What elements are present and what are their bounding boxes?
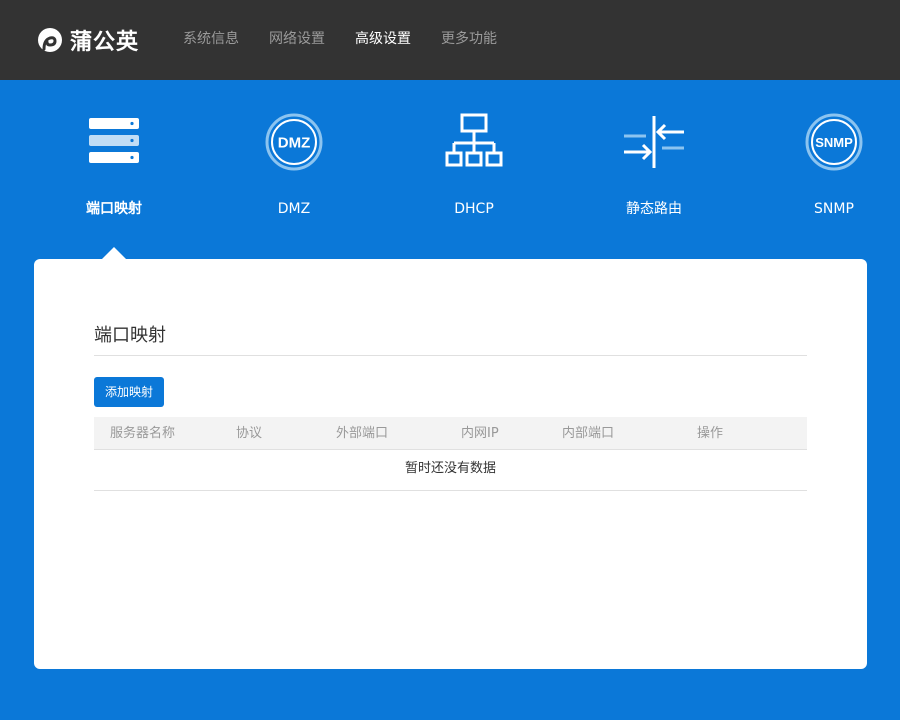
port-mapping-panel: 端口映射 添加映射 服务器名称 协议 外部端口 内网IP 内部端口 操作 暂时还… — [34, 259, 867, 669]
mapping-table: 服务器名称 协议 外部端口 内网IP 内部端口 操作 暂时还没有数据 — [94, 417, 807, 491]
tab-port-mapping-label: 端口映射 — [86, 201, 142, 217]
top-bar: 蒲公英 系统信息 网络设置 高级设置 更多功能 — [0, 0, 900, 80]
tab-snmp-label: SNMP — [814, 201, 854, 217]
dmz-icon: DMZ — [265, 113, 323, 171]
network-tree-icon — [445, 113, 503, 167]
panel-title: 端口映射 — [94, 325, 166, 346]
server-stack-icon — [89, 118, 139, 163]
column-header-actions: 操作 — [697, 426, 724, 441]
feature-tabs: 端口映射 DMZ DMZ DHCP 静态路由 SNMP SNMP — [0, 80, 900, 260]
main-nav: 系统信息 网络设置 高级设置 更多功能 — [183, 30, 527, 48]
empty-state-row: 暂时还没有数据 — [94, 450, 807, 491]
tab-dmz-label: DMZ — [277, 201, 311, 217]
title-divider — [94, 355, 807, 356]
tab-port-mapping[interactable]: 端口映射 — [44, 110, 184, 218]
nav-more-features[interactable]: 更多功能 — [441, 30, 497, 48]
column-header-server-name: 服务器名称 — [110, 426, 176, 441]
tab-dhcp[interactable]: DHCP — [404, 110, 544, 218]
tab-static-route[interactable]: 静态路由 — [584, 110, 724, 218]
tab-dhcp-label: DHCP — [454, 201, 494, 217]
table-header: 服务器名称 协议 外部端口 内网IP 内部端口 操作 — [94, 417, 807, 450]
tab-dmz[interactable]: DMZ DMZ — [224, 110, 364, 218]
tab-static-route-label: 静态路由 — [626, 201, 682, 217]
nav-advanced-settings[interactable]: 高级设置 — [355, 30, 411, 48]
route-arrows-icon — [624, 116, 684, 168]
column-header-internal-ip: 内网IP — [461, 426, 499, 441]
nav-network-settings[interactable]: 网络设置 — [269, 30, 325, 48]
active-tab-pointer — [102, 247, 126, 259]
empty-state-text: 暂时还没有数据 — [404, 461, 496, 476]
column-header-internal-port: 内部端口 — [562, 426, 615, 441]
svg-text:DMZ: DMZ — [278, 135, 311, 152]
column-header-protocol: 协议 — [236, 426, 263, 441]
brand-name: 蒲公英 — [70, 30, 140, 55]
column-header-external-port: 外部端口 — [336, 426, 389, 441]
svg-text:SNMP: SNMP — [815, 135, 853, 150]
dandelion-logo-icon — [38, 28, 62, 52]
snmp-icon: SNMP — [805, 113, 863, 171]
brand-logo[interactable]: 蒲公英 — [36, 24, 139, 56]
nav-system-info[interactable]: 系统信息 — [183, 30, 239, 48]
add-mapping-button[interactable]: 添加映射 — [94, 377, 165, 407]
tab-snmp[interactable]: SNMP SNMP — [764, 110, 900, 218]
